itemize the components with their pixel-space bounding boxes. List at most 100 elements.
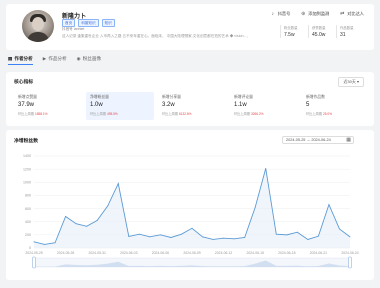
metric-label: 新增评论量 xyxy=(234,95,253,99)
profile-tag: 首页 xyxy=(62,19,76,27)
x-tick-label: 2024-06-21 xyxy=(310,251,327,255)
data-point xyxy=(265,168,267,169)
profile-actions: ♪ 抖音号 ⊕ 添加到监测 ⇄ 对比达人 xyxy=(270,11,364,17)
metric-change: 3266.2% xyxy=(250,112,264,116)
zoom-slider-left-handle[interactable] xyxy=(32,256,36,269)
stat-value: 7.5w xyxy=(284,32,295,38)
metric-value: 3.2w xyxy=(162,102,175,108)
avatar[interactable] xyxy=(22,10,54,42)
x-tick-label: 2024-05-28 xyxy=(57,251,74,255)
data-point xyxy=(128,236,130,237)
tab-author-analysis[interactable]: ▤ 作者分析 xyxy=(8,56,33,65)
x-tick-label: 2024-06-06 xyxy=(152,251,169,255)
x-tick-label: 2024-06-03 xyxy=(120,251,137,255)
stat-likes: 获赞数量 45.0w xyxy=(308,25,336,38)
data-point xyxy=(212,239,214,240)
data-point xyxy=(296,231,298,233)
data-point xyxy=(191,227,193,229)
metric-compare: 环比上周期3266.2% xyxy=(234,111,294,116)
data-point xyxy=(233,238,235,240)
compare-creator-button[interactable]: ⇄ 对比达人 xyxy=(339,11,364,17)
profile-account-id: 抖音号 lanhlet xyxy=(62,27,85,31)
tab-fan-profile[interactable]: ◉ 粉丝画像 xyxy=(77,56,101,62)
chart-title: 净增粉丝数 xyxy=(14,139,38,144)
stat-label: 获赞数量 xyxy=(312,26,326,30)
zoom-slider-right-handle[interactable] xyxy=(348,256,352,269)
video-icon: ▶ xyxy=(42,56,47,61)
add-monitor-button[interactable]: ⊕ 添加到监测 xyxy=(300,11,329,17)
data-point xyxy=(307,239,309,240)
data-point xyxy=(33,241,35,243)
data-point xyxy=(138,233,140,235)
x-tick-label: 2024-06-09 xyxy=(183,251,200,255)
metric-compare: 环比上周期1858.1% xyxy=(18,111,78,116)
date-range-picker[interactable]: 2024-05-25 → 2024-06-24 xyxy=(282,136,354,144)
metric-change: 6132.6% xyxy=(178,112,192,116)
avatar-face xyxy=(32,17,44,31)
metric-compare-label: 环比上周期 xyxy=(306,112,322,116)
metric-new-comments[interactable]: 新增评论量 1.1w 环比上周期3266.2% xyxy=(230,92,298,120)
metric-label: 新增分享量 xyxy=(162,95,181,99)
y-tick-label: 1400 xyxy=(23,154,31,158)
y-tick-label: 600 xyxy=(25,207,31,211)
compare-creator-label: 对比达人 xyxy=(347,11,364,16)
metric-compare: 环比上周期6132.6% xyxy=(162,111,222,116)
data-point xyxy=(181,233,182,235)
avatar-body xyxy=(27,32,49,42)
metric-label: 净增粉丝量 xyxy=(90,95,109,99)
core-metrics-title: 核心指标 xyxy=(14,80,34,85)
y-tick-label: 400 xyxy=(25,220,31,224)
profile-tags: 首页 科普知识 知识 xyxy=(62,19,115,27)
data-point xyxy=(75,223,77,225)
x-tick-label: 2024-06-12 xyxy=(215,251,232,255)
profile-tag: 知识 xyxy=(101,19,115,27)
data-point xyxy=(349,236,351,238)
data-point xyxy=(339,228,340,230)
metric-new-likes[interactable]: 新增点赞量 37.9w 环比上周期1858.1% xyxy=(14,92,82,120)
stat-label: 作品数量 xyxy=(340,26,354,30)
douyin-account-button[interactable]: ♪ 抖音号 xyxy=(270,11,291,17)
data-point xyxy=(149,236,151,238)
core-metrics-card: 核心指标 近30天 ▾ 新增点赞量 37.9w 环比上周期1858.1% 净增粉… xyxy=(6,72,374,126)
metric-compare: 环比上周期25.0% xyxy=(306,111,366,116)
x-tick-label: 2024-06-15 xyxy=(247,251,264,255)
data-point xyxy=(117,183,119,185)
data-point xyxy=(65,216,67,217)
y-tick-label: 1200 xyxy=(23,167,31,171)
data-point xyxy=(317,235,319,237)
metric-value: 5 xyxy=(306,102,310,108)
data-point xyxy=(44,243,45,245)
metric-change: 1858.1% xyxy=(34,112,48,116)
metric-value: 37.9w xyxy=(18,102,35,108)
calendar-icon[interactable]: ▦ xyxy=(346,137,351,143)
data-point xyxy=(159,234,161,236)
metric-new-works[interactable]: 新增作品数 5 环比上周期25.0% xyxy=(302,92,370,120)
metric-compare-label: 环比上周期 xyxy=(18,112,34,116)
net-followers-chart: 0 200 400 600 800 1000 1200 1400 2024-05-25 2024-… xyxy=(23,154,359,269)
data-point xyxy=(223,237,225,239)
y-tick-label: 1000 xyxy=(23,180,31,184)
data-point xyxy=(107,205,109,207)
profile-card: 新隆力卜 首页 科普知识 知识 抖音号 lanhlet 这人记录 逢集重世企业 … xyxy=(6,4,374,50)
y-tick-label: 800 xyxy=(25,194,31,198)
data-point xyxy=(275,233,277,235)
tab-works-analysis[interactable]: ▶ 作品分析 xyxy=(43,56,67,62)
data-point xyxy=(254,206,256,208)
metric-value: 1.0w xyxy=(90,102,103,108)
tab-label: 作者分析 xyxy=(14,56,33,61)
x-tick-label: 2024-06-18 xyxy=(278,251,295,255)
profile-tag: 科普知识 xyxy=(78,19,99,27)
douyin-account-label: 抖音号 xyxy=(277,11,291,16)
data-point xyxy=(96,219,98,221)
metric-new-shares[interactable]: 新增分享量 3.2w 环比上周期6132.6% xyxy=(158,92,226,120)
metric-compare-label: 环比上周期 xyxy=(162,112,178,116)
metric-change: 495.5% xyxy=(106,112,118,116)
x-tick-label: 2024-05-25 xyxy=(25,251,42,255)
metric-compare-label: 环比上周期 xyxy=(90,112,106,116)
period-select[interactable]: 近30天 ▾ xyxy=(338,77,364,87)
data-point xyxy=(244,237,246,238)
user-icon: ◉ xyxy=(76,56,81,61)
metric-net-followers[interactable]: 净增粉丝量 1.0w 环比上周期495.5% xyxy=(86,92,154,120)
x-tick-label: 2024-06-24 xyxy=(341,251,358,255)
profile-description[interactable]: 这人记录 逢集重世企业 入市再入之路 五不来年重在心。面临未、 中国大陆理想家,… xyxy=(62,34,248,39)
